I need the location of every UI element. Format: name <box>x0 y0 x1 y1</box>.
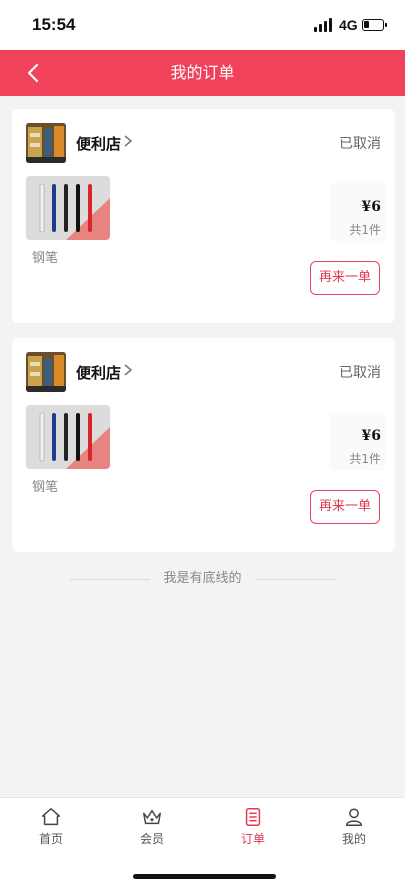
order-price: ¥6 <box>361 199 381 215</box>
home-indicator <box>133 874 276 879</box>
reorder-button[interactable]: 再来一单 <box>310 490 380 524</box>
price-summary: ¥6 共1件 <box>329 183 385 241</box>
product-image[interactable] <box>26 176 110 240</box>
back-button[interactable] <box>20 59 48 87</box>
tab-orders[interactable]: 订单 <box>213 806 293 850</box>
tab-label: 我的 <box>341 832 366 846</box>
order-list-icon <box>245 808 261 826</box>
shop-thumbnail[interactable] <box>26 352 66 392</box>
reorder-button[interactable]: 再来一单 <box>310 261 380 295</box>
order-status: 已取消 <box>339 136 381 152</box>
shop-thumbnail[interactable] <box>26 123 66 163</box>
chevron-right-icon[interactable] <box>122 362 134 378</box>
tab-label: 会员 <box>139 832 164 846</box>
user-icon <box>345 808 363 826</box>
battery-icon <box>362 19 387 31</box>
product-name: 钢笔 <box>32 251 59 266</box>
order-quantity: 共1件 <box>349 452 381 466</box>
price-summary: ¥6 共1件 <box>329 412 385 470</box>
tab-label: 首页 <box>38 832 63 846</box>
crown-icon <box>143 809 161 825</box>
nav-bar: 我的订单 <box>0 50 405 96</box>
divider-line-right <box>255 579 335 580</box>
status-time: 15:54 <box>32 15 76 34</box>
order-status: 已取消 <box>339 365 381 381</box>
signal-icon <box>314 18 336 32</box>
product-name: 钢笔 <box>32 480 59 495</box>
home-icon <box>42 808 60 826</box>
tab-home[interactable]: 首页 <box>11 806 91 850</box>
network-label: 4G <box>339 17 358 33</box>
shop-name[interactable]: 便利店 <box>76 133 121 154</box>
order-price: ¥6 <box>361 428 381 444</box>
tab-profile[interactable]: 我的 <box>314 806 394 850</box>
order-card: 便利店 已取消 钢笔 ¥6 共1件 再来一单 <box>12 109 395 323</box>
product-image[interactable] <box>26 405 110 469</box>
shop-name[interactable]: 便利店 <box>76 362 121 383</box>
tab-member[interactable]: 会员 <box>112 806 192 850</box>
order-quantity: 共1件 <box>349 223 381 237</box>
chevron-left-icon <box>27 63 39 83</box>
status-bar: 15:54 4G <box>0 0 405 50</box>
end-of-list-divider: 我是有底线的 <box>70 570 335 590</box>
tab-label: 订单 <box>240 832 265 846</box>
order-card: 便利店 已取消 钢笔 ¥6 共1件 再来一单 <box>12 338 395 552</box>
page-title: 我的订单 <box>170 63 235 82</box>
chevron-right-icon[interactable] <box>122 133 134 149</box>
